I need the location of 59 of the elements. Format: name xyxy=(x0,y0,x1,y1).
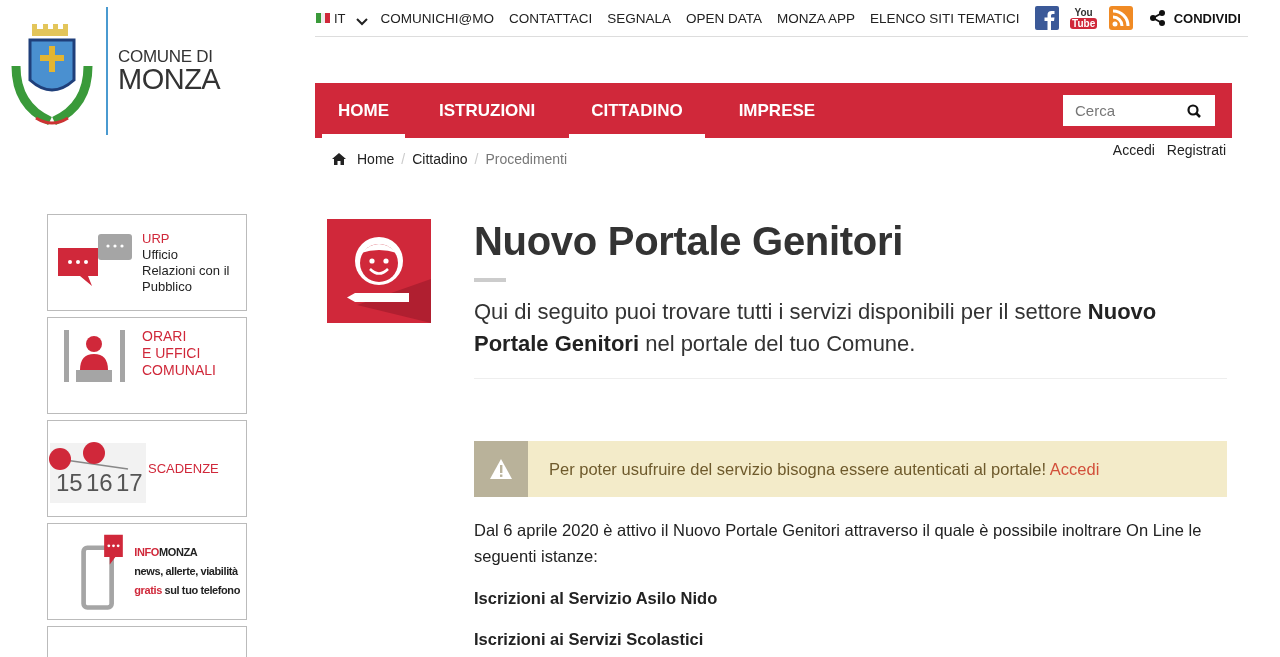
breadcrumb-item[interactable]: Home xyxy=(357,151,395,167)
nav-tab[interactable]: ISTRUZIONI xyxy=(423,83,552,138)
banner-text: MONZA xyxy=(159,546,198,558)
banner-text: SCADENZE xyxy=(148,460,219,476)
breadcrumb-item[interactable]: Cittadino xyxy=(412,151,468,167)
service-banner[interactable]: URP Ufficio Relazioni con il Pubblico xyxy=(47,214,247,311)
banner-text: sul tuo telefono xyxy=(163,584,240,596)
office-desk-icon xyxy=(64,328,128,384)
italian-flag-icon xyxy=(316,13,330,23)
top-link[interactable]: COMUNICHI@MO xyxy=(380,10,494,26)
rss-icon xyxy=(1108,6,1133,30)
chevron-down-icon xyxy=(355,18,368,26)
share-label: CONDIVIDI xyxy=(1173,10,1241,26)
service-banner[interactable]: 15 16 17 SCADENZE xyxy=(47,420,247,517)
nav-tab[interactable]: HOME xyxy=(322,83,405,138)
banner-text: COMUNALI xyxy=(142,362,216,378)
warning-icon xyxy=(490,459,512,479)
top-link[interactable]: OPEN DATA xyxy=(686,10,763,26)
top-link[interactable]: MONZA APP xyxy=(777,10,856,26)
banner-text: INFO xyxy=(134,546,159,558)
top-link[interactable]: SEGNALA xyxy=(607,10,672,26)
top-link[interactable]: ELENCO SITI TEMATICI xyxy=(870,10,1020,26)
smiling-child-icon xyxy=(327,219,431,323)
service-banner[interactable]: INFOMONZA news, allerte, viabilità gratis sul tuo telefono xyxy=(47,523,247,620)
search-icon xyxy=(1187,103,1201,118)
body-text: Dal 6 aprile 2020 è attivo il Nuovo Portale Genitori attraverso il quale è possibile inoltrare On Line le seguenti istanze: xyxy=(474,520,1203,567)
language-selector[interactable]: IT xyxy=(334,10,346,26)
share-icon xyxy=(1149,10,1166,26)
banner-text: URP xyxy=(142,230,170,246)
service-heading: Iscrizioni ai Servizi Scolastici xyxy=(474,630,705,649)
banner-text: gratis xyxy=(134,584,162,596)
page-intro: Qui di seguito puoi trovare tutti i servizi disponibili per il settore Nuovo Portale Genitori nel portale del tuo Comune. xyxy=(474,298,1158,358)
page-title: Nuovo Portale Genitori xyxy=(474,219,904,264)
banner-text: news, allerte, viabilità xyxy=(134,565,238,577)
banner-text: ORARI xyxy=(142,328,187,344)
service-heading: Iscrizioni al Servizio Asilo Nido xyxy=(474,589,719,608)
banner-text: Ufficio xyxy=(142,246,178,262)
account-link[interactable]: Registrati xyxy=(1166,142,1226,167)
banner-text: Pubblico xyxy=(142,278,192,294)
account-link[interactable]: Accedi xyxy=(1112,142,1155,167)
home-icon xyxy=(332,153,346,165)
banner-text: E UFFICI xyxy=(142,345,201,361)
top-link[interactable]: CONTATTACI xyxy=(509,10,593,26)
breadcrumb-item: Procedimenti xyxy=(485,151,568,167)
login-link[interactable]: Accedi xyxy=(1049,459,1100,478)
share-link[interactable]: CONDIVIDI xyxy=(1149,10,1241,26)
logo-text: COMUNE DI xyxy=(118,48,214,65)
breadcrumb-separator: / xyxy=(401,151,406,167)
breadcrumb-separator: / xyxy=(474,151,479,167)
search-field[interactable]: Cerca xyxy=(1063,95,1175,126)
facebook-icon xyxy=(1034,6,1059,30)
pinned-calendar-drawing: 15 16 17 xyxy=(49,441,146,503)
logo-text: MONZA xyxy=(118,65,221,94)
alert-message: Per poter usufruire del servizio bisogna essere autenticati al portale! Accedi xyxy=(549,459,1100,479)
nav-tab[interactable]: IMPRESE xyxy=(722,83,832,138)
search-button[interactable] xyxy=(1175,95,1215,126)
banner-text: Relazioni con il xyxy=(142,262,230,278)
service-banner[interactable]: ORARI E UFFICI COMUNALI xyxy=(47,317,247,414)
nav-tab[interactable]: CITTADINO xyxy=(569,83,705,138)
